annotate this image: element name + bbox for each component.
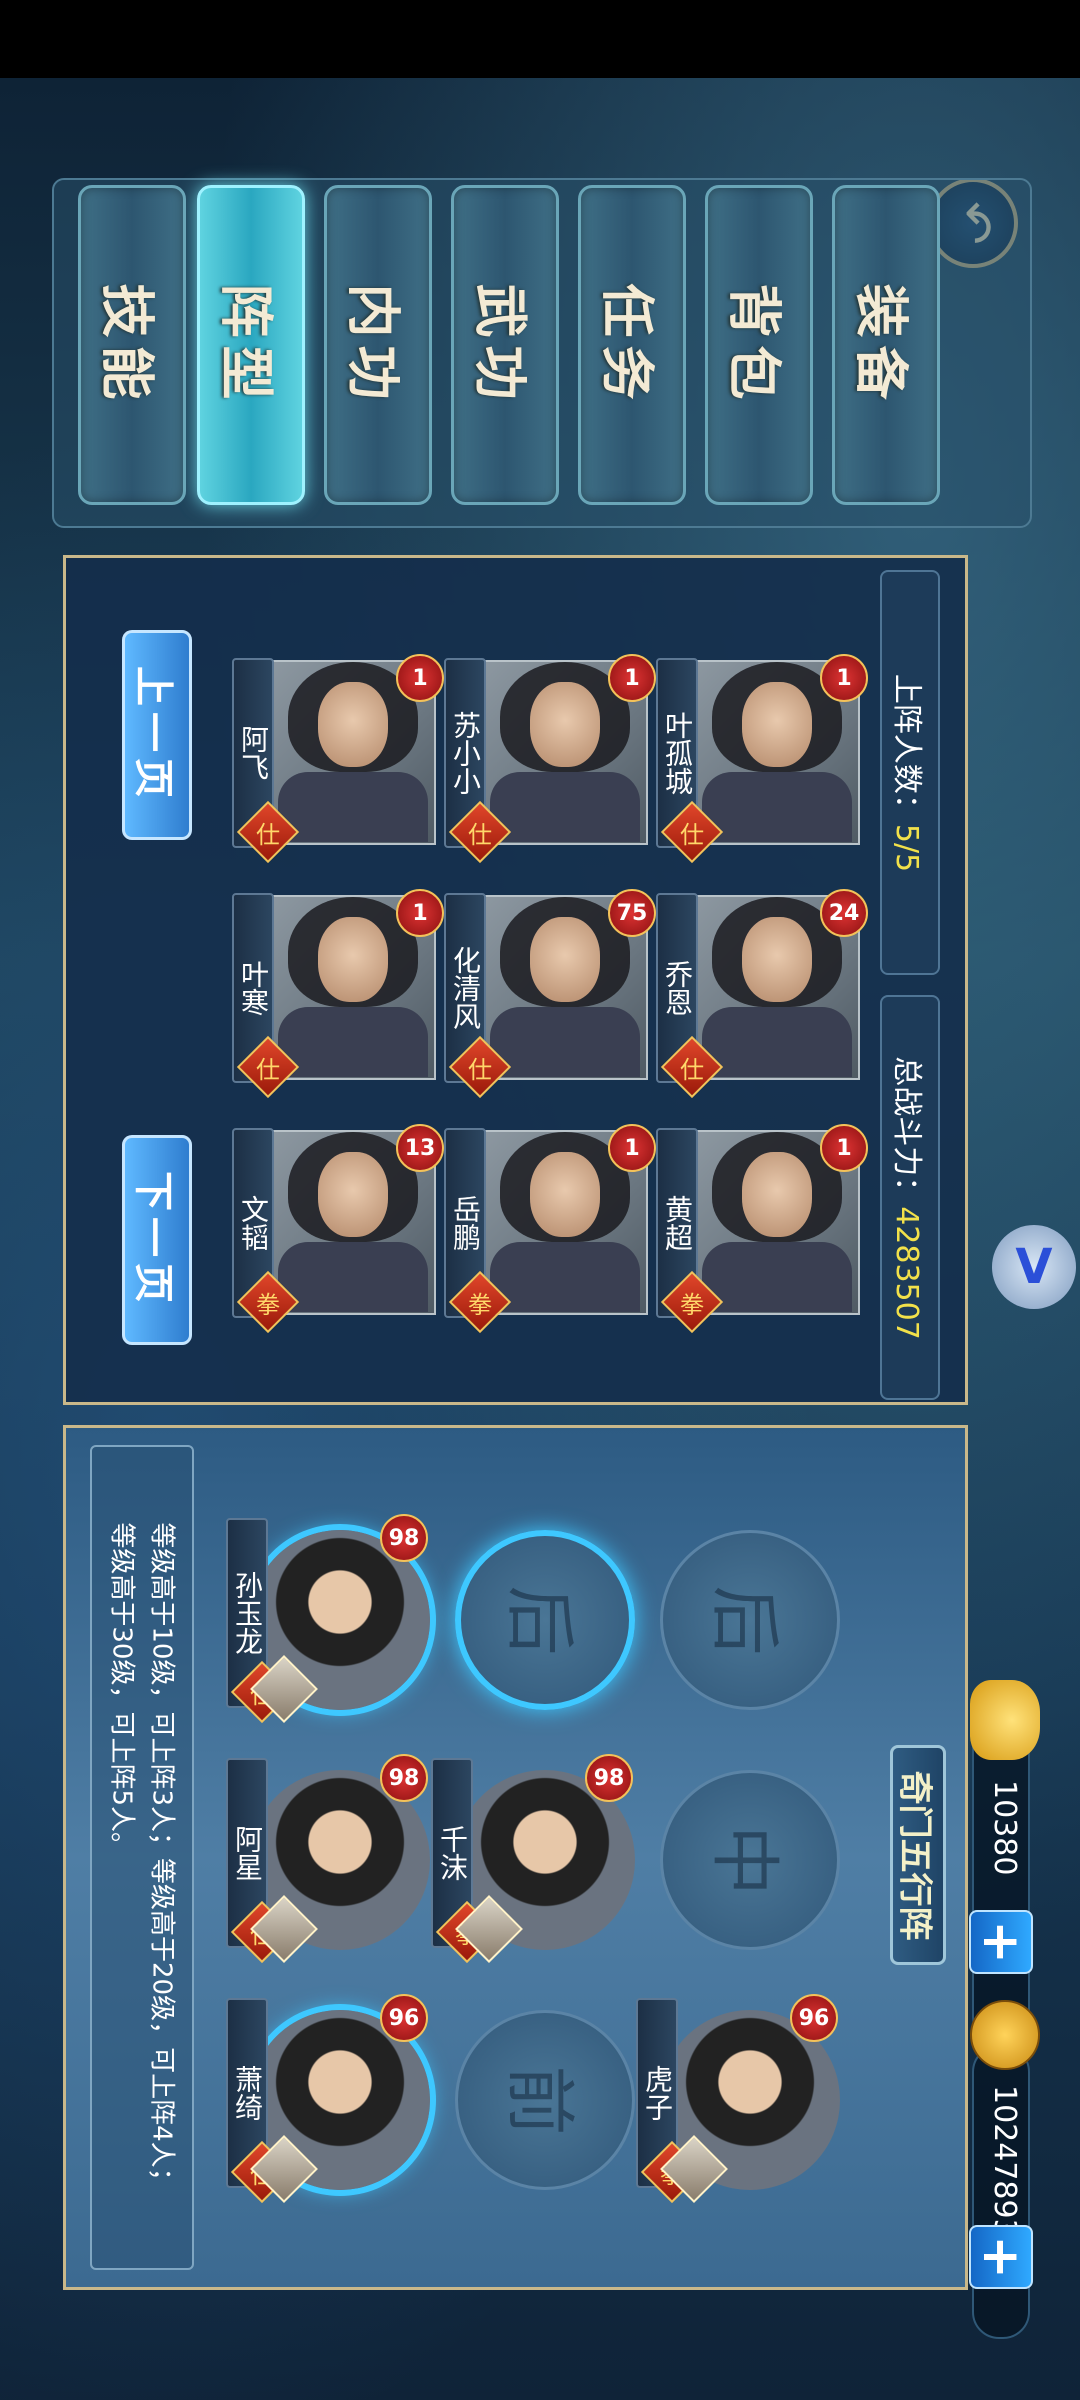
formation-title: 奇门五行阵 [894,1770,935,1940]
formation-level-badge: 98 [380,1514,428,1562]
hero-face [530,682,600,767]
prev-page-button[interactable]: 上一页 [122,630,192,840]
hero-face [742,917,812,1002]
level-badge: 13 [396,1124,444,1172]
level-badge: 1 [820,1124,868,1172]
formation-hero-name: 千沫 [436,1825,469,1881]
formation-hero-name: 萧绮 [231,2065,264,2121]
formation-slot-empty[interactable]: 前 [455,2010,635,2190]
tab-label: 阵型 [214,283,279,407]
level-badge: 1 [396,889,444,937]
hero-face [530,917,600,1002]
class-glyph: 仕 [256,1055,280,1084]
formation-hero-name: 孙玉龙 [231,1571,264,1655]
hero-body [702,772,852,842]
formation-slot-empty[interactable]: 后 [455,1530,635,1710]
tab-2[interactable]: 任务 [578,185,686,505]
prev-page-label: 上一页 [130,666,177,804]
next-page-label: 下一页 [130,1171,177,1309]
deploy-count-label: 上阵人数： [889,673,924,824]
tab-label: 内功 [341,283,406,407]
tab-label: 装备 [849,283,914,407]
level-badge: 24 [820,889,868,937]
class-glyph: 拳 [680,1290,704,1319]
formation-slot-empty[interactable]: 后 [660,1530,840,1710]
class-glyph: 仕 [680,820,704,849]
hero-face [318,1152,388,1237]
total-power-label: 总战斗力： [889,1055,925,1206]
class-glyph: 拳 [256,1290,280,1319]
formation-title-box: 奇门五行阵 [890,1745,946,1965]
tab-label: 任务 [595,283,660,407]
next-page-button[interactable]: 下一页 [122,1135,192,1345]
total-power-value: 4283507 [889,1205,925,1340]
hint-text: 等级高于10级，可上阵3人；等级高于20级，可上阵4人； 等级高于30级，可上阵… [90,1445,194,2270]
level-badge: 1 [608,654,656,702]
formation-level-badge: 98 [380,1754,428,1802]
slot-label: 后 [703,1585,786,1655]
slot-label: 前 [498,2065,581,2135]
total-power: 总战斗力：4283507 [880,995,940,1400]
tab-label: 背包 [722,283,787,407]
hero-body [702,1242,852,1312]
class-glyph: 仕 [468,1055,492,1084]
class-glyph: 仕 [468,820,492,849]
slot-label: 后 [498,1585,581,1655]
hero-body [278,1242,428,1312]
hero-body [490,1242,640,1312]
tab-5[interactable]: 阵型 [197,185,305,505]
hero-face [530,1152,600,1237]
hero-name: 文韬 [237,1195,270,1251]
hint-line-1: 等级高于10级，可上阵3人；等级高于20级，可上阵4人； [147,1521,178,2194]
floating-assistant-icon[interactable]: V [992,1225,1076,1309]
tab-3[interactable]: 武功 [451,185,559,505]
formation-hero-name: 虎子 [641,2065,674,2121]
formation-slot-empty[interactable]: 中 [660,1770,840,1950]
tab-label: 武功 [468,283,533,407]
hero-face [742,1152,812,1237]
class-glyph: 仕 [256,820,280,849]
tab-0[interactable]: 装备 [832,185,940,505]
tab-1[interactable]: 背包 [705,185,813,505]
formation-hero-name: 阿星 [231,1825,264,1881]
hero-name: 岳鹏 [449,1195,482,1251]
level-badge: 75 [608,889,656,937]
hero-name: 黄超 [661,1195,694,1251]
formation-level-badge: 98 [585,1754,633,1802]
hero-name: 叶寒 [237,960,270,1016]
hero-name: 乔恩 [661,960,694,1016]
formation-level-badge: 96 [380,1994,428,2042]
level-badge: 1 [608,1124,656,1172]
hero-name: 化清风 [449,946,482,1030]
hero-face [318,917,388,1002]
deploy-count-value: 5/5 [889,823,924,872]
level-badge: 1 [396,654,444,702]
hero-name: 阿飞 [237,725,270,781]
hero-name: 苏小小 [449,711,482,795]
hero-name: 叶孤城 [661,711,694,795]
hero-body [278,1007,428,1077]
deploy-count: 上阵人数：5/5 [880,570,940,975]
overlay: 装备 背包 任务 武功 内功 阵型 技能 上阵人数：5/5 总战斗力：4283507 叶孤城… [0,0,1080,2400]
hero-body [490,1007,640,1077]
hero-body [702,1007,852,1077]
tab-4[interactable]: 内功 [324,185,432,505]
hero-face [742,682,812,767]
level-badge: 1 [820,654,868,702]
hero-face [318,682,388,767]
slot-label: 中 [703,1825,786,1895]
hero-body [278,772,428,842]
class-glyph: 仕 [680,1055,704,1084]
tab-label: 技能 [95,283,160,407]
tab-6[interactable]: 技能 [78,185,186,505]
class-glyph: 拳 [468,1290,492,1319]
formation-level-badge: 96 [790,1994,838,2042]
hero-body [490,772,640,842]
hint-line-2: 等级高于30级，可上阵5人。 [107,1521,138,1858]
